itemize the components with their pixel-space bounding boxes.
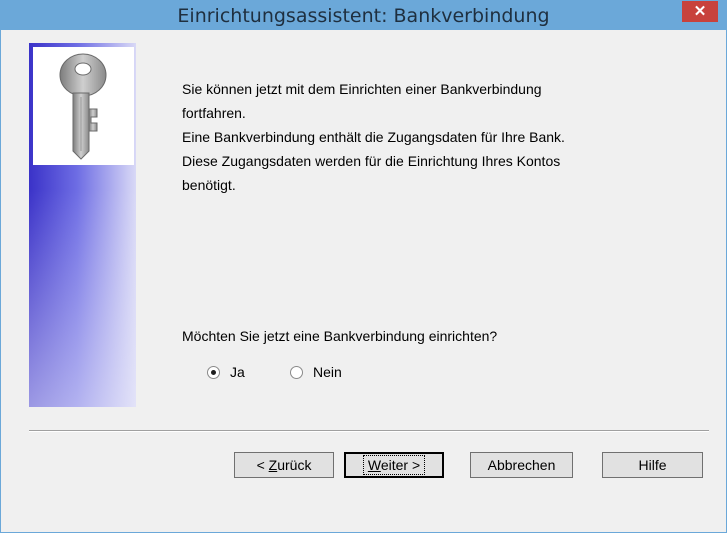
radio-yes[interactable]: Ja xyxy=(207,364,245,380)
intro-line: Sie können jetzt mit dem Einrichten eine… xyxy=(182,81,542,97)
divider xyxy=(29,430,709,432)
close-button[interactable]: ✕ xyxy=(682,1,718,22)
intro-line: Eine Bankverbindung enthält die Zugangsd… xyxy=(182,129,565,145)
next-button[interactable]: Weiter > xyxy=(344,452,444,478)
help-button[interactable]: Hilfe xyxy=(602,452,703,478)
question-label: Möchten Sie jetzt eine Bankverbindung ei… xyxy=(182,328,498,344)
close-icon: ✕ xyxy=(693,3,707,20)
intro-line: fortfahren. xyxy=(182,105,246,121)
radio-yes-label[interactable]: Ja xyxy=(230,364,245,380)
radio-no-label[interactable]: Nein xyxy=(313,364,342,380)
radio-no[interactable]: Nein xyxy=(290,364,342,380)
key-icon xyxy=(33,47,134,165)
radio-no-indicator[interactable] xyxy=(290,365,303,379)
intro-line: Diese Zugangsdaten werden für die Einric… xyxy=(182,153,561,169)
title-bar[interactable]: Einrichtungsassistent: Bankverbindung ✕ xyxy=(1,1,726,30)
window-title: Einrichtungsassistent: Bankverbindung xyxy=(177,5,550,27)
wizard-side-panel xyxy=(29,43,136,407)
wizard-window: Einrichtungsassistent: Bankverbindung ✕ xyxy=(0,0,727,533)
intro-line: benötigt. xyxy=(182,177,236,193)
cancel-button[interactable]: Abbrechen xyxy=(470,452,573,478)
intro-text: Sie können jetzt mit dem Einrichten eine… xyxy=(182,77,565,197)
radio-yes-indicator[interactable] xyxy=(207,365,220,379)
back-button[interactable]: < Zurück xyxy=(234,452,334,478)
focus-rect: Weiter > xyxy=(362,455,426,475)
